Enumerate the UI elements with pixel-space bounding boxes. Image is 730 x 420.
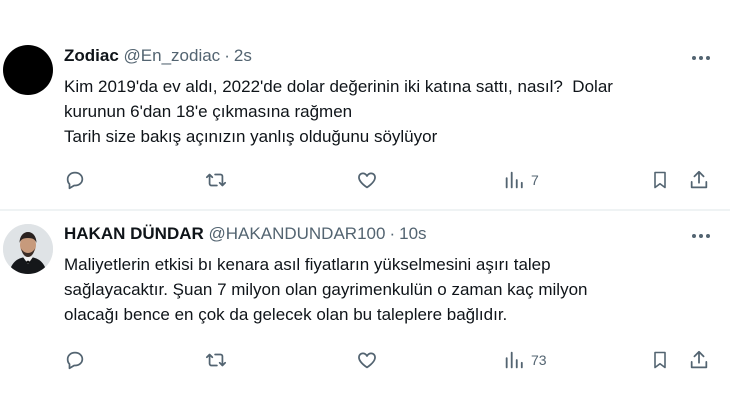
retweet-icon (205, 173, 227, 187)
reply-icon (66, 171, 84, 190)
more-button[interactable] (688, 48, 714, 68)
profile-photo (3, 224, 53, 274)
tweet-time[interactable]: 2s (234, 46, 252, 65)
views-count: 7 (531, 172, 539, 188)
tweet-header: Zodiac @En_zodiac · 2s (64, 46, 252, 66)
share-button[interactable] (688, 165, 710, 195)
retweet-button[interactable] (204, 345, 228, 375)
separator-dot: · (389, 224, 396, 243)
bookmark-icon (654, 171, 666, 189)
tweet-header: HAKAN DÜNDAR @HAKANDUNDAR100 · 10s (64, 224, 427, 244)
tweet-text-line: sağlayacaktır. Şuan 7 milyon olan gayrim… (64, 280, 588, 299)
tweet-text: Maliyetlerin etkisi bı kenara asıl fiyat… (64, 252, 714, 327)
share-icon (690, 350, 708, 369)
bookmark-icon (654, 351, 666, 369)
tweet-text-line: kurunun 6'dan 18'e çıkmasına rağmen (64, 102, 353, 121)
like-icon (358, 172, 376, 189)
like-icon (358, 352, 376, 369)
author-handle[interactable]: @En_zodiac (124, 46, 221, 65)
author-name[interactable]: Zodiac (64, 46, 119, 65)
share-button[interactable] (688, 345, 710, 375)
share-icon (690, 170, 708, 189)
action-bar: 7 (0, 165, 730, 195)
bookmark-button[interactable] (650, 165, 670, 195)
tweet-time[interactable]: 10s (399, 224, 426, 243)
author-handle[interactable]: @HAKANDUNDAR100 (209, 224, 386, 243)
views-button[interactable]: 73 (503, 345, 547, 375)
tweet: HAKAN DÜNDAR @HAKANDUNDAR100 · 10s Maliyet… (0, 211, 730, 420)
retweet-button[interactable] (204, 165, 228, 195)
author-name[interactable]: HAKAN DÜNDAR (64, 224, 204, 243)
tweet-text-line: Maliyetlerin etkisi bı kenara asıl fiyat… (64, 255, 551, 274)
more-button[interactable] (688, 226, 714, 246)
action-bar: 73 (0, 345, 730, 375)
views-icon (505, 171, 523, 189)
tweet: Zodiac @En_zodiac · 2s Kim 2019'da ev aldı… (0, 0, 730, 210)
views-count: 73 (531, 352, 547, 368)
more-icon (692, 56, 710, 60)
avatar[interactable] (3, 45, 53, 95)
retweet-icon (205, 353, 227, 367)
like-button[interactable] (356, 165, 378, 195)
views-icon (505, 351, 523, 369)
like-button[interactable] (356, 345, 378, 375)
more-icon (692, 234, 710, 238)
tweet-text-line: Kim 2019'da ev aldı, 2022'de dolar değer… (64, 77, 613, 96)
views-button[interactable]: 7 (503, 165, 539, 195)
avatar[interactable] (3, 224, 53, 274)
reply-button[interactable] (64, 345, 86, 375)
separator-dot: · (224, 46, 230, 65)
tweet-text-line: olacağı bence en çok da gelecek olan bu … (64, 305, 508, 324)
tweet-text: Kim 2019'da ev aldı, 2022'de dolar değer… (64, 74, 714, 149)
reply-button[interactable] (64, 165, 86, 195)
reply-icon (66, 351, 84, 370)
bookmark-button[interactable] (650, 345, 670, 375)
tweet-text-line: Tarih size bakış açınızın yanlış olduğun… (64, 127, 438, 146)
